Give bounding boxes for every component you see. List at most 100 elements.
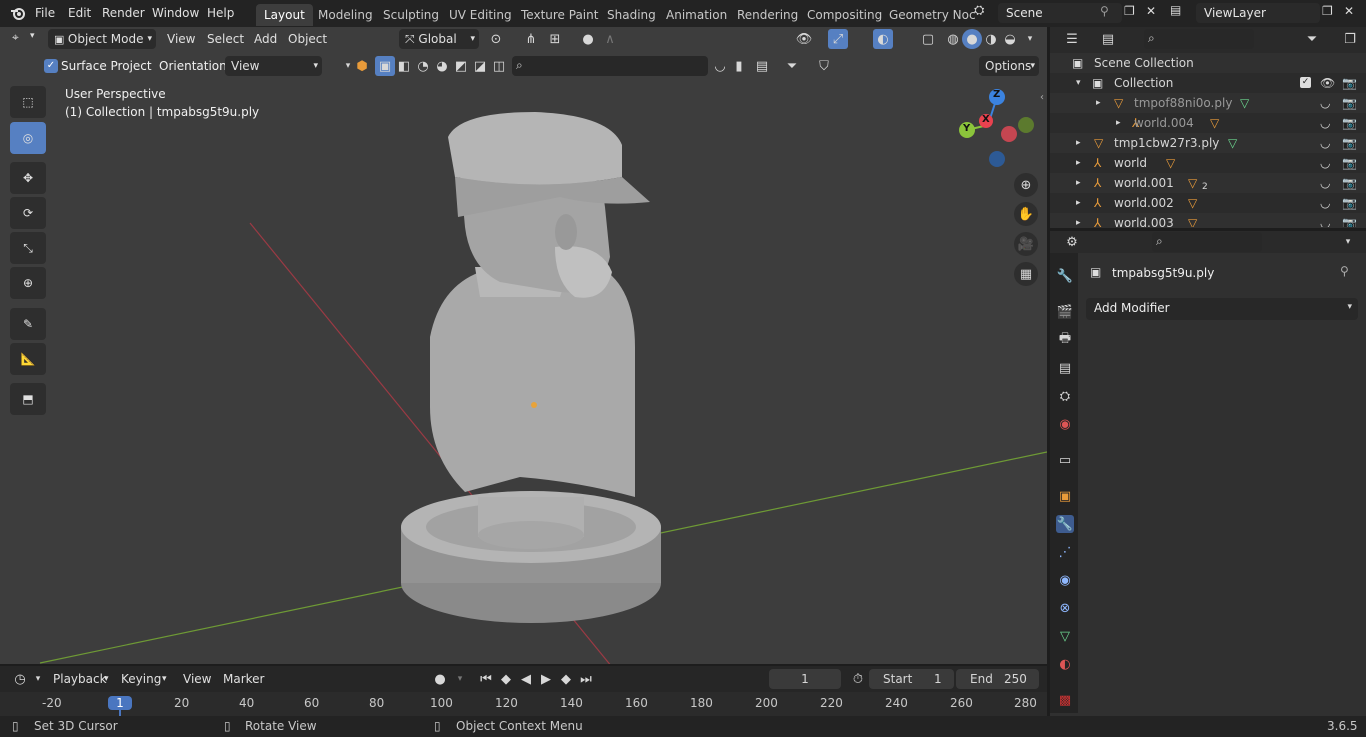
pivot-point-icon[interactable]: ⊙ xyxy=(486,29,506,49)
eye-closed-icon[interactable]: ◡ xyxy=(1320,173,1330,193)
view-layer-name-field[interactable]: ViewLayer xyxy=(1196,3,1320,23)
end-frame-field[interactable]: End 250 xyxy=(956,669,1039,689)
eye-closed-icon[interactable]: ◡ xyxy=(1320,93,1330,113)
bookmark-icon[interactable]: ▮ xyxy=(729,56,749,76)
surface-project-checkbox[interactable]: ✓ xyxy=(44,59,58,73)
menu-file[interactable]: File xyxy=(35,5,55,22)
add-cube-tool[interactable]: ⬒ xyxy=(10,383,46,415)
cursor-tool[interactable]: ◎ xyxy=(10,122,46,154)
eye-closed-icon[interactable]: ◡ xyxy=(1320,153,1330,173)
menu-marker[interactable]: Marker xyxy=(223,669,264,689)
pin-icon[interactable]: ⚲ xyxy=(1100,4,1109,18)
outliner-search-field[interactable]: ⌕ xyxy=(1144,29,1254,49)
camera-icon[interactable]: 📷 xyxy=(1342,93,1357,113)
checkbox-icon[interactable]: ✓ xyxy=(1300,77,1311,88)
start-frame-field[interactable]: Start 1 xyxy=(869,669,954,689)
outliner-row-collection[interactable]: ▾ ▣ Collection ✓ 👁 📷 xyxy=(1050,73,1366,93)
select-mode-extend-icon[interactable]: ◧ xyxy=(394,56,414,76)
eye-closed-icon[interactable]: ◡ xyxy=(1320,213,1330,227)
proportional-edit-icon[interactable]: ● xyxy=(578,29,598,49)
snap-icon[interactable]: ⋔ xyxy=(521,29,541,49)
orientation-dropdown[interactable]: View ▾ xyxy=(225,56,322,76)
scene-tab-icon[interactable]: ⛭ xyxy=(1056,387,1074,405)
chevron-down-icon[interactable]: ▾ xyxy=(1338,232,1358,252)
xray-toggle-icon[interactable]: ▢ xyxy=(918,29,938,49)
eye-closed-icon[interactable]: ◡ xyxy=(1320,133,1330,153)
filter-icon[interactable]: ⏷ xyxy=(782,56,802,76)
view-layer-selector[interactable]: ▤ ViewLayer ❐ ✕ xyxy=(1168,3,1366,23)
particles-tab-icon[interactable]: ⋰ xyxy=(1056,543,1074,561)
tab-modeling[interactable]: Modeling xyxy=(310,4,381,26)
select-mode-box-icon[interactable]: ▣ xyxy=(375,56,395,76)
outliner-filter-icon[interactable]: ⏷ xyxy=(1302,29,1322,49)
next-keyframe-icon[interactable]: ◆ xyxy=(556,669,576,689)
outliner-editor-icon[interactable]: ☰ xyxy=(1062,29,1082,49)
menu-window[interactable]: Window xyxy=(152,5,199,22)
select-mode-subtract-icon[interactable]: ◔ xyxy=(413,56,433,76)
visibility-icon[interactable]: 👁 xyxy=(794,29,814,49)
render-tab-icon[interactable]: 🎬 xyxy=(1056,303,1074,321)
select-mode-intersect-icon[interactable]: ◩ xyxy=(451,56,471,76)
camera-icon[interactable]: 📷 xyxy=(1342,193,1357,213)
tab-shading[interactable]: Shading xyxy=(599,4,664,26)
tab-sculpting[interactable]: Sculpting xyxy=(375,4,447,26)
prev-keyframe-icon[interactable]: ◆ xyxy=(496,669,516,689)
physics-tab-icon[interactable]: ◉ xyxy=(1056,571,1074,589)
mode-dropdown[interactable]: ▣ Object Mode ▾ xyxy=(48,29,156,49)
current-frame-field[interactable]: 1 xyxy=(769,669,841,689)
camera-view-icon[interactable]: 🎥 xyxy=(1014,232,1038,256)
object-tab-icon[interactable]: ▣ xyxy=(1056,487,1074,505)
menu-object[interactable]: Object xyxy=(288,29,327,49)
output-tab-icon[interactable]: 🖶 xyxy=(1056,331,1074,349)
chevron-down-icon[interactable]: ▾ xyxy=(28,669,48,689)
color-cube-icon[interactable]: ⬢ xyxy=(352,56,372,76)
play-reverse-icon[interactable]: ◀ xyxy=(516,669,536,689)
falloff-icon[interactable]: ∧ xyxy=(600,29,620,49)
wireframe-shading-icon[interactable]: ◍ xyxy=(943,29,963,49)
display-mode-icon[interactable]: ▤ xyxy=(1098,29,1118,49)
navigation-gizmo[interactable]: Z Y X xyxy=(955,85,1035,170)
tab-layout[interactable]: Layout xyxy=(256,4,313,26)
new-view-layer-icon[interactable]: ❐ xyxy=(1322,4,1333,18)
outliner-row-object[interactable]: ▸ ⅄ world.001 ▽ 2 ◡ 📷 xyxy=(1050,173,1366,193)
properties-editor-icon[interactable]: ⚙ xyxy=(1062,232,1082,252)
select-mode-invert-icon[interactable]: ◕ xyxy=(432,56,452,76)
keyframe-dropdown-icon[interactable]: ▾ xyxy=(450,669,470,689)
menu-help[interactable]: Help xyxy=(207,5,234,22)
tab-texture-paint[interactable]: Texture Paint xyxy=(513,4,606,26)
close-scene-icon[interactable]: ✕ xyxy=(1146,4,1156,18)
outliner-row-scene-collection[interactable]: ▣ Scene Collection xyxy=(1050,53,1366,73)
outliner-row-object[interactable]: ▸ ▽ tmp1cbw27r3.ply ▽ ◡ 📷 xyxy=(1050,133,1366,153)
timeline-editor-icon[interactable]: ◷ xyxy=(10,669,30,689)
material-shading-icon[interactable]: ◑ xyxy=(981,29,1001,49)
menu-view[interactable]: View xyxy=(167,29,195,49)
outliner-row-object[interactable]: ▸ ▽ tmpof88ni0o.ply ▽ ◡ 📷 xyxy=(1050,93,1366,113)
select-box-tool[interactable]: ⬚ xyxy=(10,86,46,118)
shading-options-icon[interactable]: ▾ xyxy=(1020,29,1040,49)
menu-render[interactable]: Render xyxy=(102,5,145,22)
play-icon[interactable]: ▶ xyxy=(536,669,556,689)
annotate-tool[interactable]: ✎ xyxy=(10,308,46,340)
menu-add[interactable]: Add xyxy=(254,29,277,49)
texture-tab-icon[interactable]: ▩ xyxy=(1056,691,1074,709)
camera-icon[interactable]: 📷 xyxy=(1342,73,1357,93)
collection-tab-icon[interactable]: ▭ xyxy=(1056,451,1074,469)
eye-closed-icon[interactable]: ◡ xyxy=(1320,193,1330,213)
stopwatch-icon[interactable]: ⏱ xyxy=(848,669,868,689)
properties-search-field[interactable]: ⌕ xyxy=(1152,232,1262,252)
record-icon[interactable]: ● xyxy=(430,669,450,689)
blender-logo-icon[interactable] xyxy=(10,5,26,21)
menu-view[interactable]: View xyxy=(183,669,211,689)
new-scene-icon[interactable]: ❐ xyxy=(1124,4,1135,18)
camera-icon[interactable]: 📷 xyxy=(1342,153,1357,173)
view-layer-tab-icon[interactable]: ▤ xyxy=(1056,359,1074,377)
move-tool[interactable]: ✥ xyxy=(10,162,46,194)
transform-orientation-dropdown[interactable]: ⤧ Global ▾ xyxy=(399,29,479,49)
menu-playback[interactable]: Playback xyxy=(53,669,107,689)
world-tab-icon[interactable]: ◉ xyxy=(1056,415,1074,433)
constraints-tab-icon[interactable]: ⊗ xyxy=(1056,599,1074,617)
measure-tool[interactable]: 📐 xyxy=(10,343,46,375)
pan-hand-icon[interactable]: ✋ xyxy=(1014,202,1038,226)
material-tab-icon[interactable]: ◐ xyxy=(1056,655,1074,673)
scene-selector[interactable]: ⛭ Scene ⚲ ❐ ✕ xyxy=(972,3,1162,23)
